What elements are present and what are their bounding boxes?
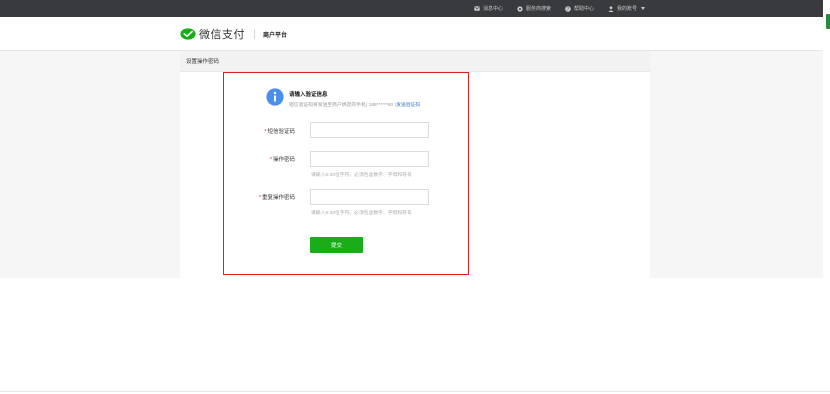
topnav-label: 服务商搜索: [525, 6, 551, 12]
logo-divider: [254, 29, 255, 39]
chevron-down-icon: [641, 7, 645, 10]
logo-text: 微信支付: [199, 29, 245, 41]
password-label: *操作密码: [245, 155, 295, 163]
sms-code-label: *短信验证码: [245, 127, 295, 135]
topnav-help-center[interactable]: ? 帮助中心: [565, 5, 594, 12]
header: 微信支付 商户平台: [0, 17, 823, 51]
verify-notice: 请输入验证信息 短信验证码将发送至商户绑定的手机( 188******60 )发…: [266, 88, 420, 108]
top-bar: 消息中心 服务商搜索 ? 帮助中心 我的账号: [0, 0, 823, 17]
confirm-password-input[interactable]: [310, 189, 429, 205]
password-input[interactable]: [310, 151, 429, 167]
bottom-divider: [0, 391, 830, 392]
platform-name: 商户平台: [263, 32, 288, 39]
help-icon: ?: [565, 5, 571, 12]
confirm-password-label-text: 重复操作密码: [261, 195, 295, 201]
required-mark: *: [269, 157, 272, 163]
scrollbar-thumb[interactable]: [826, 14, 830, 29]
topnav-label: 消息中心: [482, 6, 503, 12]
info-icon: [266, 88, 284, 106]
required-mark: *: [258, 195, 261, 201]
top-nav: 消息中心 服务商搜索 ? 帮助中心 我的账号: [460, 0, 645, 17]
topnav-message-center[interactable]: 消息中心: [474, 5, 503, 12]
topnav-label: 我的账号: [616, 6, 637, 12]
notice-desc-text: 短信验证码将发送至商户绑定的手机( 188******60 ): [289, 103, 397, 108]
topnav-service-search[interactable]: 服务商搜索: [517, 5, 551, 12]
password-hint: 请输入8-20位字符，必须包含数字、字母和符号: [311, 173, 412, 178]
notice-texts: 请输入验证信息 短信验证码将发送至商户绑定的手机( 188******60 )发…: [289, 90, 420, 108]
submit-button[interactable]: 提交: [310, 237, 363, 253]
wechat-pay-logo-icon: [180, 28, 196, 40]
sms-code-label-text: 短信验证码: [267, 129, 295, 135]
sms-code-input[interactable]: [310, 122, 429, 138]
notice-desc: 短信验证码将发送至商户绑定的手机( 188******60 )发送验证码: [289, 101, 420, 108]
user-icon: [608, 5, 614, 12]
breadcrumb: 设置操作密码: [180, 51, 650, 72]
send-code-link[interactable]: 发送验证码: [396, 103, 420, 108]
logo[interactable]: 微信支付 商户平台: [180, 26, 287, 42]
topnav-label: 帮助中心: [573, 6, 594, 12]
confirm-password-label: *重复操作密码: [245, 193, 295, 201]
confirm-password-hint: 请输入8-20位字符，必须包含数字、字母和符号: [311, 211, 412, 216]
topnav-account[interactable]: 我的账号: [608, 5, 645, 12]
gear-icon: [517, 5, 523, 12]
page-title: 设置操作密码: [186, 59, 220, 65]
notice-title: 请输入验证信息: [289, 92, 328, 98]
password-label-text: 操作密码: [272, 157, 295, 163]
mail-icon: [474, 6, 480, 11]
